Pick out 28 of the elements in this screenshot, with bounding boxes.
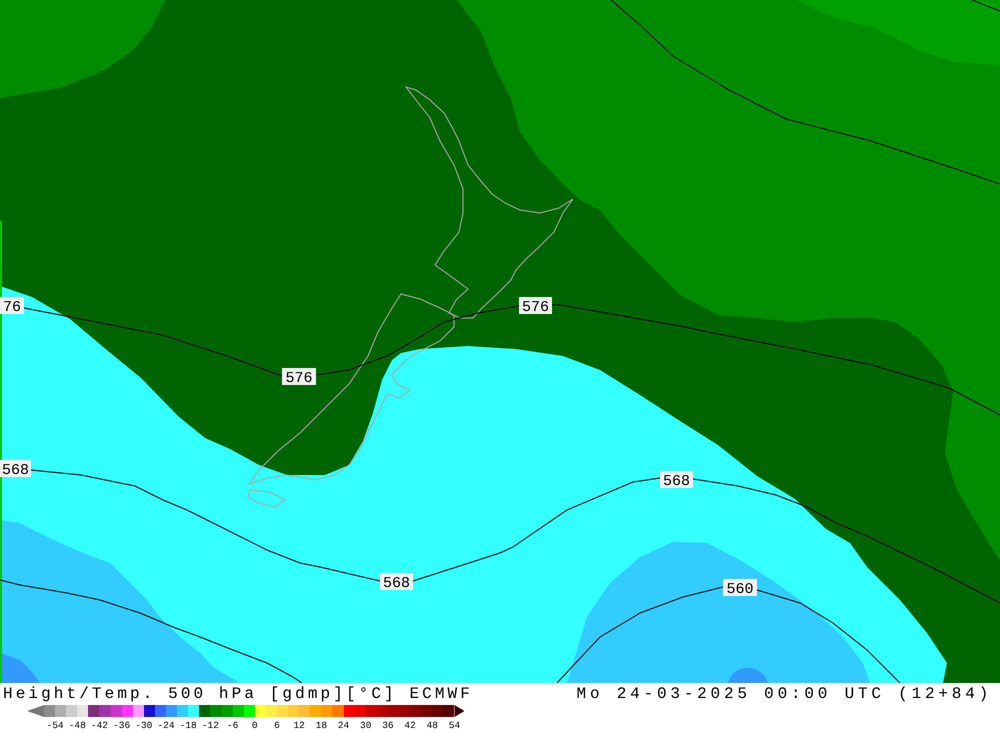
scale-tick-label: 24: [336, 720, 350, 732]
contour-label: 568: [660, 471, 693, 490]
scale-tick-label: -24: [156, 720, 176, 732]
chart-title: Height/Temp. 500 hPa [gdmp][°C] ECMWF: [3, 684, 473, 705]
contour-label: 576: [282, 368, 316, 387]
scale-tick-label: -42: [90, 720, 110, 732]
scale-tick-label: 36: [381, 720, 395, 732]
scale-tick-label: 30: [359, 720, 372, 732]
scale-tick-label: -36: [112, 720, 132, 732]
contour-label: 560: [723, 579, 757, 598]
scale-tick-label: -18: [178, 720, 198, 732]
scale-tick-label: 18: [314, 720, 328, 732]
contour-label: 568: [0, 460, 31, 479]
scale-tick-label: 12: [292, 720, 306, 732]
scale-tick-label: -54: [46, 720, 65, 732]
scale-tick-label: 48: [426, 720, 439, 732]
scale-tick-label: -6: [226, 720, 240, 732]
scale-tick-label: -30: [134, 720, 154, 732]
scale-tick-label: 42: [403, 720, 417, 732]
scale-tick-label: 0: [250, 720, 259, 732]
contour-label: 576: [519, 297, 552, 316]
scale-tick-label: -48: [68, 720, 87, 732]
forecast-time: Mo 24-03-2025 00:00 UTC (12+84): [576, 684, 992, 705]
contour-label: 76: [0, 297, 24, 316]
scale-tick-label: 6: [273, 720, 281, 732]
scale-tick-label: -12: [200, 720, 220, 732]
scale-tick-label: 54: [448, 720, 462, 732]
contour-label: 568: [380, 573, 413, 592]
